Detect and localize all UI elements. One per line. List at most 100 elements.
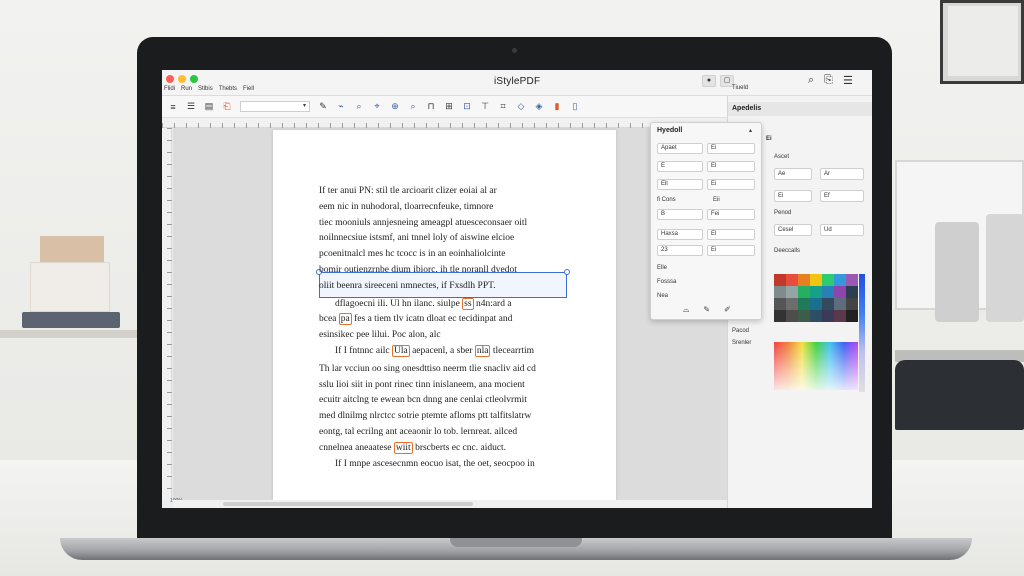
color-swatch[interactable]	[786, 286, 798, 298]
pdf-icon[interactable]: ⎗	[222, 101, 232, 112]
column-icon[interactable]: ⊞	[444, 101, 454, 112]
color-swatch[interactable]	[822, 274, 834, 286]
panel-field[interactable]: El	[707, 229, 755, 240]
brush-icon[interactable]: ✐	[724, 305, 731, 315]
color-swatch[interactable]	[774, 286, 786, 298]
sidebar-input[interactable]: Ud	[820, 224, 864, 236]
document-canvas[interactable]: If ter anui PN: stil tle arcioarit clize…	[173, 128, 727, 500]
color-swatch[interactable]	[774, 298, 786, 310]
panel-field[interactable]: Ei	[707, 245, 755, 256]
panel-field[interactable]: B	[657, 209, 703, 220]
color-swatch[interactable]	[834, 274, 846, 286]
panel-field[interactable]: Ell	[657, 179, 703, 190]
color-swatch[interactable]	[798, 286, 810, 298]
panel-field[interactable]: E	[657, 161, 703, 172]
document-page[interactable]: If ter anui PN: stil tle arcioarit clize…	[273, 130, 616, 500]
align-justify-icon[interactable]: ☰	[186, 101, 196, 112]
color-swatch[interactable]	[834, 310, 846, 322]
mobile-icon[interactable]: ▯	[570, 101, 580, 112]
font-dropdown[interactable]: ▾	[240, 101, 310, 112]
color-swatch[interactable]	[786, 310, 798, 322]
color-swatch[interactable]	[798, 310, 810, 322]
panel-field[interactable]: Apaet	[657, 143, 703, 154]
image-icon[interactable]: ⊡	[462, 101, 472, 112]
color-swatch[interactable]	[798, 274, 810, 286]
panel-field[interactable]: Fei	[707, 209, 755, 220]
color-swatch-grid[interactable]	[774, 274, 858, 322]
color-swatch[interactable]	[798, 298, 810, 310]
color-swatch[interactable]	[822, 298, 834, 310]
export-icon[interactable]: ⎘	[824, 74, 833, 87]
panel-field[interactable]: 23	[657, 245, 703, 256]
sidebar-tab-label[interactable]: Tiueld	[732, 85, 748, 91]
color-swatch[interactable]	[822, 310, 834, 322]
color-swatch[interactable]	[810, 298, 822, 310]
zoom-window-button[interactable]	[190, 75, 198, 83]
sidebar-input[interactable]: Ef	[820, 190, 864, 202]
crop-icon[interactable]: ⌗	[498, 101, 508, 112]
text-line: med dlnilmg nlrctcc sotrie ptemte afloms…	[319, 411, 532, 422]
color-swatch[interactable]	[846, 274, 858, 286]
find-icon[interactable]: ⌖	[372, 101, 382, 112]
color-swatch[interactable]	[846, 310, 858, 322]
panel-collapse-icon[interactable]: ▴	[749, 127, 752, 134]
minimize-window-button[interactable]	[178, 75, 186, 83]
sidebar-input[interactable]: Cesel	[774, 224, 812, 236]
color-swatch[interactable]	[786, 298, 798, 310]
link-icon[interactable]: ⌓	[683, 305, 689, 315]
pen-icon[interactable]: ✎	[318, 101, 328, 112]
pen-icon[interactable]: ✎	[703, 305, 710, 315]
panel-field[interactable]: Ei	[707, 143, 755, 154]
color-swatch[interactable]	[834, 286, 846, 298]
magnify-icon[interactable]: ⌕	[408, 101, 418, 112]
link-icon[interactable]: ⌁	[336, 101, 346, 112]
color-swatch[interactable]	[774, 310, 786, 322]
document-icon[interactable]: ▤	[204, 101, 214, 112]
menu-icon[interactable]: ☰	[843, 74, 853, 87]
color-swatch[interactable]	[846, 298, 858, 310]
zoom-icon[interactable]: ⊕	[390, 101, 400, 112]
menu-item[interactable]: Stlbis	[198, 86, 213, 92]
color-swatch[interactable]	[810, 310, 822, 322]
record-icon[interactable]: ●	[702, 75, 716, 87]
align-left-icon[interactable]: ≡	[168, 102, 178, 112]
scrollbar-thumb[interactable]	[223, 502, 473, 506]
hue-slider[interactable]	[859, 274, 865, 392]
panel-field[interactable]: Ei	[707, 179, 755, 190]
highlight-mark[interactable]: ss	[462, 297, 474, 310]
text-line: esinsikec pee lilui. Poc alon, alc	[319, 330, 441, 341]
horizontal-scrollbar[interactable]	[173, 500, 727, 508]
color-swatch[interactable]	[822, 286, 834, 298]
sidebar-input[interactable]: Ar	[820, 168, 864, 180]
highlight-mark[interactable]: nla	[474, 344, 491, 357]
color-swatch[interactable]	[810, 286, 822, 298]
formatting-toolbar: ≡ ☰ ▤ ⎗ ▾ ✎ ⌁ ⌕ ⌖ ⊕ ⌕ ⊓ ⊞ ⊡ ⊤ ⌗ ◇ ◈ ▮ ▯	[162, 96, 727, 118]
shape-icon[interactable]: ◇	[516, 101, 526, 112]
stamp-icon[interactable]: ◈	[534, 101, 544, 112]
menu-item[interactable]: Run	[181, 86, 192, 92]
color-swatch[interactable]	[774, 274, 786, 286]
panel-field[interactable]: El	[707, 161, 755, 172]
panel-field[interactable]: Haxsa	[657, 229, 703, 240]
color-swatch[interactable]	[834, 298, 846, 310]
highlight-mark[interactable]: pa	[338, 313, 352, 326]
highlight-mark[interactable]: Ula	[391, 344, 410, 357]
color-swatch[interactable]	[810, 274, 822, 286]
document-text[interactable]: If ter anui PN: stil tle arcioarit clize…	[319, 184, 569, 472]
color-swatch[interactable]	[846, 286, 858, 298]
menu-item[interactable]: Fiell	[243, 86, 254, 92]
search-icon[interactable]: ⌕	[808, 74, 814, 87]
sidebar-input[interactable]: Ei	[774, 190, 812, 202]
bookmark-icon[interactable]: ⊓	[426, 101, 436, 112]
menu-item[interactable]: Flidi	[164, 86, 175, 92]
fill-icon[interactable]: ▮	[552, 101, 562, 112]
menu-item[interactable]: Thebts	[219, 86, 237, 92]
insert-icon[interactable]: ⊤	[480, 101, 490, 112]
search-text-icon[interactable]: ⌕	[354, 101, 364, 112]
selected-text-line[interactable]: oliit beenra sireeceni nmnectes, if Fxsd…	[319, 279, 569, 295]
color-gradient-picker[interactable]	[774, 342, 858, 390]
highlight-mark[interactable]: wiit	[393, 441, 413, 454]
close-window-button[interactable]	[166, 75, 174, 83]
sidebar-input[interactable]: Ae	[774, 168, 812, 180]
color-swatch[interactable]	[786, 274, 798, 286]
